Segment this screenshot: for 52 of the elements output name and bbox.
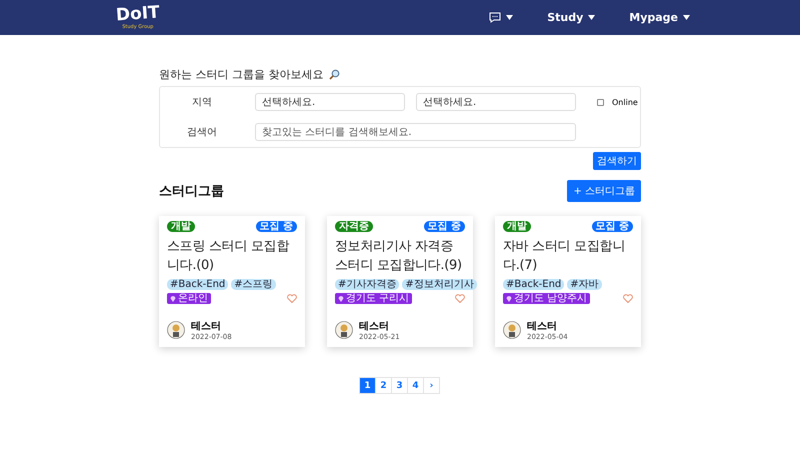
- chat-menu-button[interactable]: [489, 12, 514, 23]
- author-name: 테스터: [527, 320, 558, 333]
- nav-menu-button[interactable]: Study: [547, 11, 596, 24]
- page-button[interactable]: 3: [391, 377, 408, 394]
- next-page-button[interactable]: ›: [423, 377, 440, 394]
- tag-chip: #Back-End: [167, 279, 228, 290]
- card-title: 스프링 스터디 모집합니다.(0): [167, 238, 290, 275]
- add-group-button[interactable]: + 스터디그룹: [567, 180, 641, 202]
- heart-icon[interactable]: [455, 294, 465, 303]
- heart-icon[interactable]: [287, 294, 297, 303]
- online-label: Online: [612, 98, 638, 106]
- tag-chip: #스프링: [231, 279, 276, 290]
- location-badge: 온라인: [167, 293, 211, 304]
- location-badge: 경기도 남양주시: [503, 293, 590, 304]
- chat-icon: [489, 12, 502, 23]
- tag-chip: #기사자격증: [335, 279, 400, 290]
- category-badge: 개발: [167, 221, 195, 232]
- author-name: 테스터: [191, 320, 222, 333]
- card-title: 자바 스터디 모집합니다.(7): [503, 238, 626, 275]
- heart-icon[interactable]: [623, 294, 633, 303]
- keyword-input-field[interactable]: 찾고있는 스터디를 검색해보세요.: [255, 123, 576, 141]
- search-button[interactable]: 검색하기: [593, 152, 641, 170]
- page-button[interactable]: 2: [375, 377, 392, 394]
- region-select[interactable]: 선택하세요.: [416, 93, 576, 111]
- region-select[interactable]: 선택하세요.: [255, 93, 405, 111]
- category-badge: 자격증: [335, 221, 373, 232]
- author-name: 테스터: [359, 320, 390, 333]
- status-badge: 모집 중: [424, 221, 465, 232]
- nav-menu-button[interactable]: Mypage: [629, 11, 690, 24]
- region-label: 지역: [191, 96, 213, 109]
- avatar-icon: [167, 321, 185, 339]
- search-heading: 원하는 스터디 그룹을 찾아보세요: [159, 67, 324, 82]
- page-button[interactable]: 1: [359, 377, 376, 394]
- avatar-icon: [503, 321, 521, 339]
- online-checkbox[interactable]: [597, 98, 604, 106]
- tag-chip: #Back-End: [503, 279, 564, 290]
- category-badge: 개발: [503, 221, 531, 232]
- page-button[interactable]: 4: [407, 377, 424, 394]
- location-badge: 경기도 구리시: [335, 293, 412, 304]
- magnifier-icon: [328, 69, 340, 80]
- tag-chip: #정보처리기사: [402, 279, 477, 290]
- status-badge: 모집 중: [592, 221, 633, 232]
- section-title: 스터디그룹: [159, 183, 224, 200]
- card-title: 정보처리기사 자격증 스터디 모집합니다.(9): [335, 238, 463, 275]
- avatar-icon: [335, 321, 353, 339]
- tag-chip: #자바: [567, 279, 602, 290]
- keyword-label: 검색어: [186, 126, 218, 139]
- status-badge: 모집 중: [256, 221, 297, 232]
- caret-icon: [683, 15, 690, 20]
- caret-icon: [588, 15, 596, 20]
- logo[interactable]: DoIT: [115, 4, 160, 24]
- caret-icon: [506, 15, 514, 20]
